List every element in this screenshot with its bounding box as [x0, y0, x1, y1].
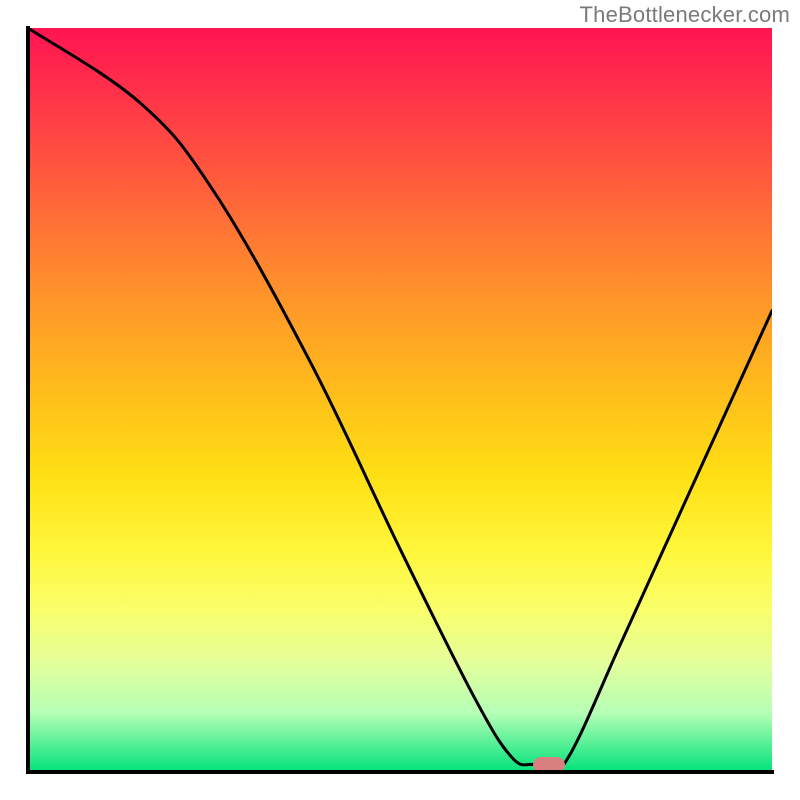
bottleneck-curve: [28, 28, 772, 772]
y-axis: [26, 26, 30, 774]
watermark-text: TheBottlenecker.com: [580, 2, 790, 28]
curve-layer: [28, 28, 772, 772]
x-axis: [26, 770, 774, 774]
chart-container: TheBottlenecker.com: [0, 0, 800, 800]
